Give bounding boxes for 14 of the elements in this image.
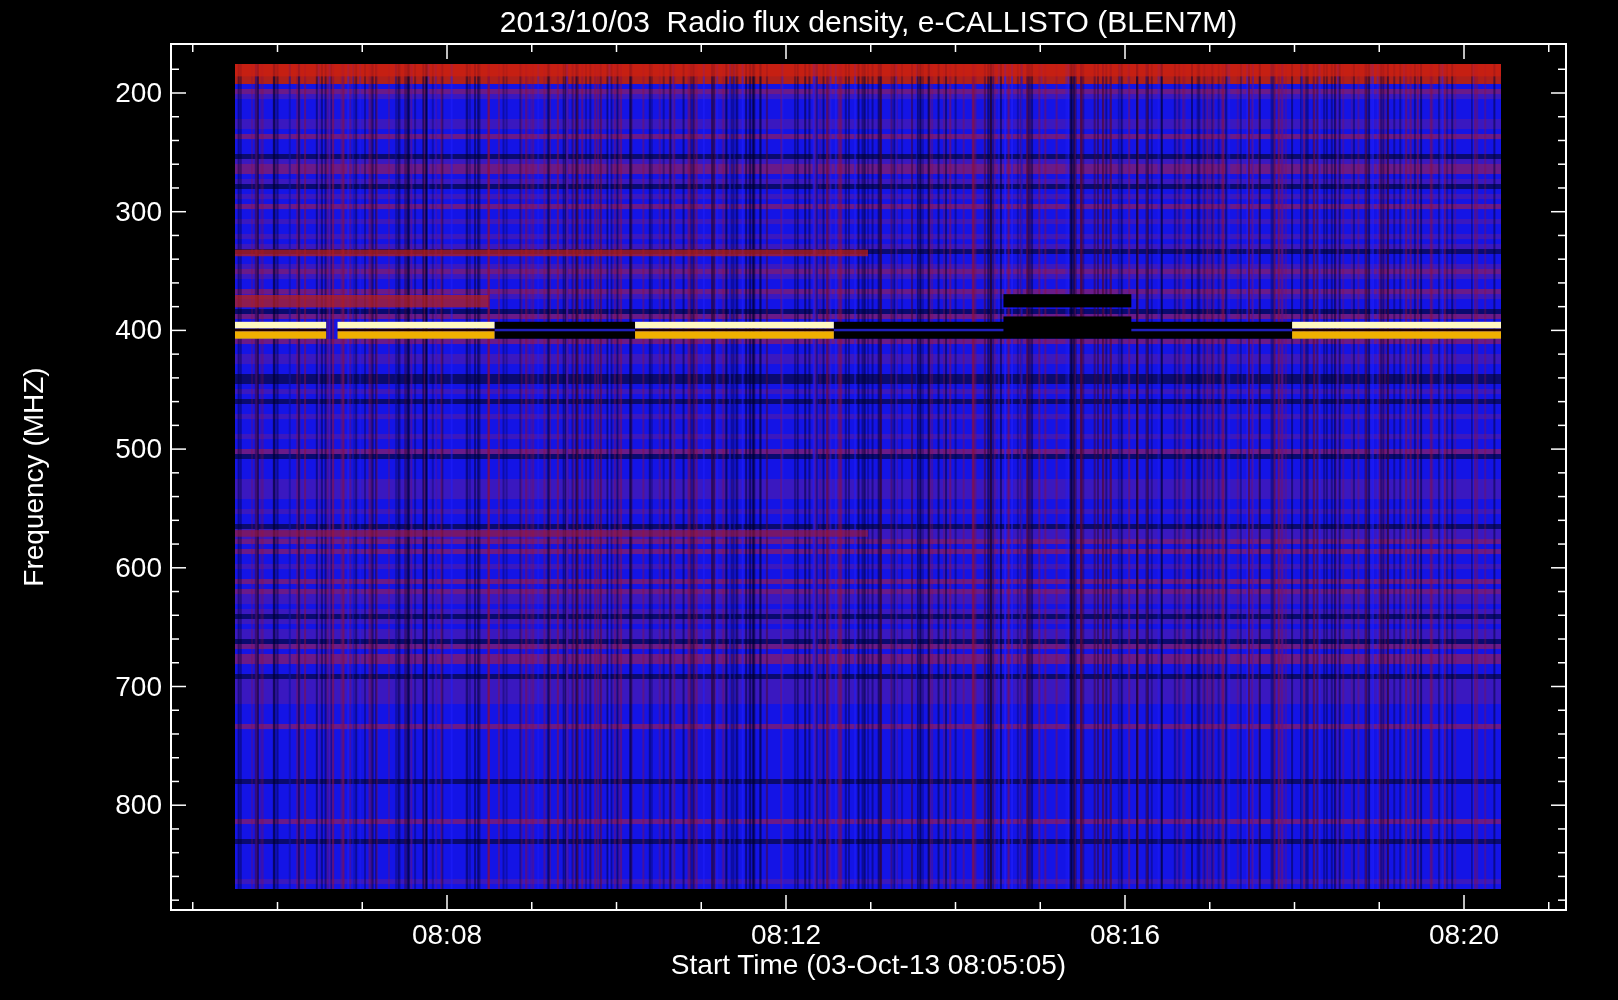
x-tick-label: 08:16 [1089,921,1161,949]
y-tick-label: 800 [115,791,162,820]
x-tick-label: 08:08 [411,921,483,949]
y-axis-label: Frequency (MHZ) [20,367,48,587]
y-tick-label: 200 [115,79,162,107]
y-tick-label: 400 [115,316,162,345]
x-axis-label: Start Time (03-Oct-13 08:05:05) [670,951,1067,979]
y-tick-label: 600 [115,553,162,582]
y-tick-label: 700 [115,672,162,701]
x-tick-label: 08:12 [750,921,822,949]
chart-title: 2013/10/03 Radio flux density, e-CALLISTO (BLEN7M) [499,6,1238,37]
y-tick-label: 500 [115,435,162,464]
y-tick-label: 300 [115,197,162,226]
x-tick-label: 08:20 [1428,921,1500,949]
